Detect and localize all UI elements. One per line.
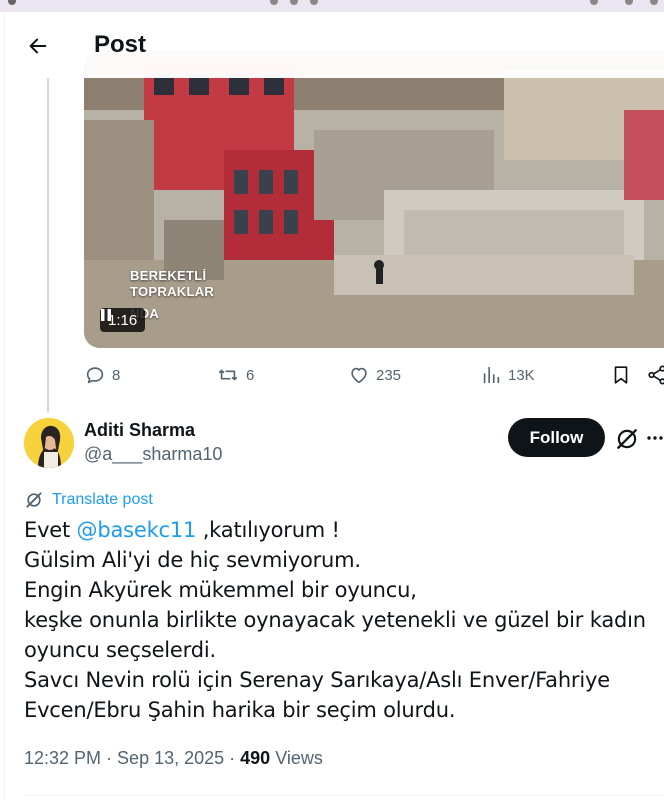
post-date[interactable]: Sep 13, 2025: [117, 748, 224, 768]
bookmark-button[interactable]: [610, 364, 632, 386]
more-options-button[interactable]: [646, 428, 664, 448]
avatar-image: [24, 418, 74, 468]
grok-icon: [617, 429, 637, 449]
author-handle[interactable]: @a___sharma10: [84, 444, 222, 465]
post-time[interactable]: 12:32 PM: [24, 748, 101, 768]
meta-separator: ·: [101, 748, 118, 768]
share-button[interactable]: [646, 364, 664, 386]
meta-separator: ·: [224, 748, 241, 768]
overlay-line-2: TOPRAKLAR: [130, 284, 215, 299]
post-metadata: 12:32 PM · Sep 13, 2025 · 490 Views: [24, 748, 323, 769]
post-text-line: keşke onunla birlikte oynayacak yetenekl…: [24, 608, 646, 632]
arrow-left-icon: [29, 38, 47, 54]
page-title: Post: [94, 31, 147, 58]
video-controls[interactable]: 1:16: [100, 308, 146, 332]
divider: [24, 795, 664, 796]
avatar[interactable]: [24, 418, 74, 468]
heart-icon: [351, 367, 367, 384]
share-icon: [648, 365, 664, 385]
top-header: Post: [5, 12, 664, 78]
follow-button[interactable]: Follow: [508, 418, 605, 457]
thread-connector-line: [47, 78, 49, 412]
post-text-line: Engin Akyürek mükemmel bir oyuncu,: [24, 578, 417, 602]
status-dot-icon: [270, 0, 278, 5]
status-dot-icon: [310, 0, 318, 5]
grok-translate-icon: [26, 492, 42, 508]
author-display-name[interactable]: Aditi Sharma: [84, 420, 195, 441]
signal-icon: [590, 0, 598, 5]
ellipsis-icon: [647, 436, 663, 440]
video-time: 1:16: [108, 311, 138, 329]
post-text: Evet @basekc11 ,katılıyorum ! Gülsim Ali…: [24, 515, 646, 725]
post-text-line: oyuncu seçselerdi.: [24, 638, 216, 662]
repost-button[interactable]: 6: [216, 364, 254, 386]
status-dot-icon: [290, 0, 298, 5]
view-count: 13K: [508, 366, 535, 384]
post-text-line: Savcı Nevin rolü için Serenay Sarıkaya/A…: [24, 668, 610, 692]
grok-button[interactable]: [614, 426, 640, 452]
repost-icon: [218, 369, 238, 381]
column-divider: [4, 12, 5, 800]
back-button[interactable]: [21, 29, 55, 63]
pause-icon[interactable]: [100, 308, 112, 322]
post-text-line: Evet @basekc11 ,katılıyorum !: [24, 515, 644, 545]
video-frame-image: [84, 50, 664, 348]
system-status-bar: [0, 0, 664, 12]
reply-count: 8: [112, 366, 121, 384]
analytics-icon: [483, 366, 500, 384]
mention-link[interactable]: @basekc11: [77, 518, 197, 542]
views-label: Views: [270, 748, 323, 768]
reply-icon: [86, 367, 104, 384]
overlay-line-1: BEREKETLİ: [130, 268, 207, 283]
post-text-line: Gülsim Ali'yi de hiç sevmiyorum.: [24, 548, 361, 572]
post-text-line: Evcen/Ebru Şahin harika bir seçim olurdu…: [24, 698, 456, 722]
app-icon: [8, 0, 16, 5]
video-player[interactable]: BEREKETLİ TOPRAKLAR NDA 1:16: [84, 50, 664, 348]
views-count: 490: [240, 748, 271, 768]
post-text-segment: Evet: [24, 518, 77, 542]
bookmark-icon: [614, 366, 628, 384]
post-text-segment: ,katılıyorum !: [196, 518, 340, 542]
repost-count: 6: [246, 366, 255, 384]
translate-post-label: Translate post: [52, 491, 153, 508]
wifi-icon: [625, 0, 633, 5]
reply-button[interactable]: 8: [84, 364, 120, 386]
translate-post-link[interactable]: Translate post: [24, 490, 153, 510]
views-button[interactable]: 13K: [480, 364, 535, 386]
battery-icon: [650, 0, 658, 5]
like-count: 235: [376, 366, 402, 384]
action-bar: 8 6 235 13K: [84, 364, 664, 390]
like-button[interactable]: 235: [348, 364, 401, 386]
